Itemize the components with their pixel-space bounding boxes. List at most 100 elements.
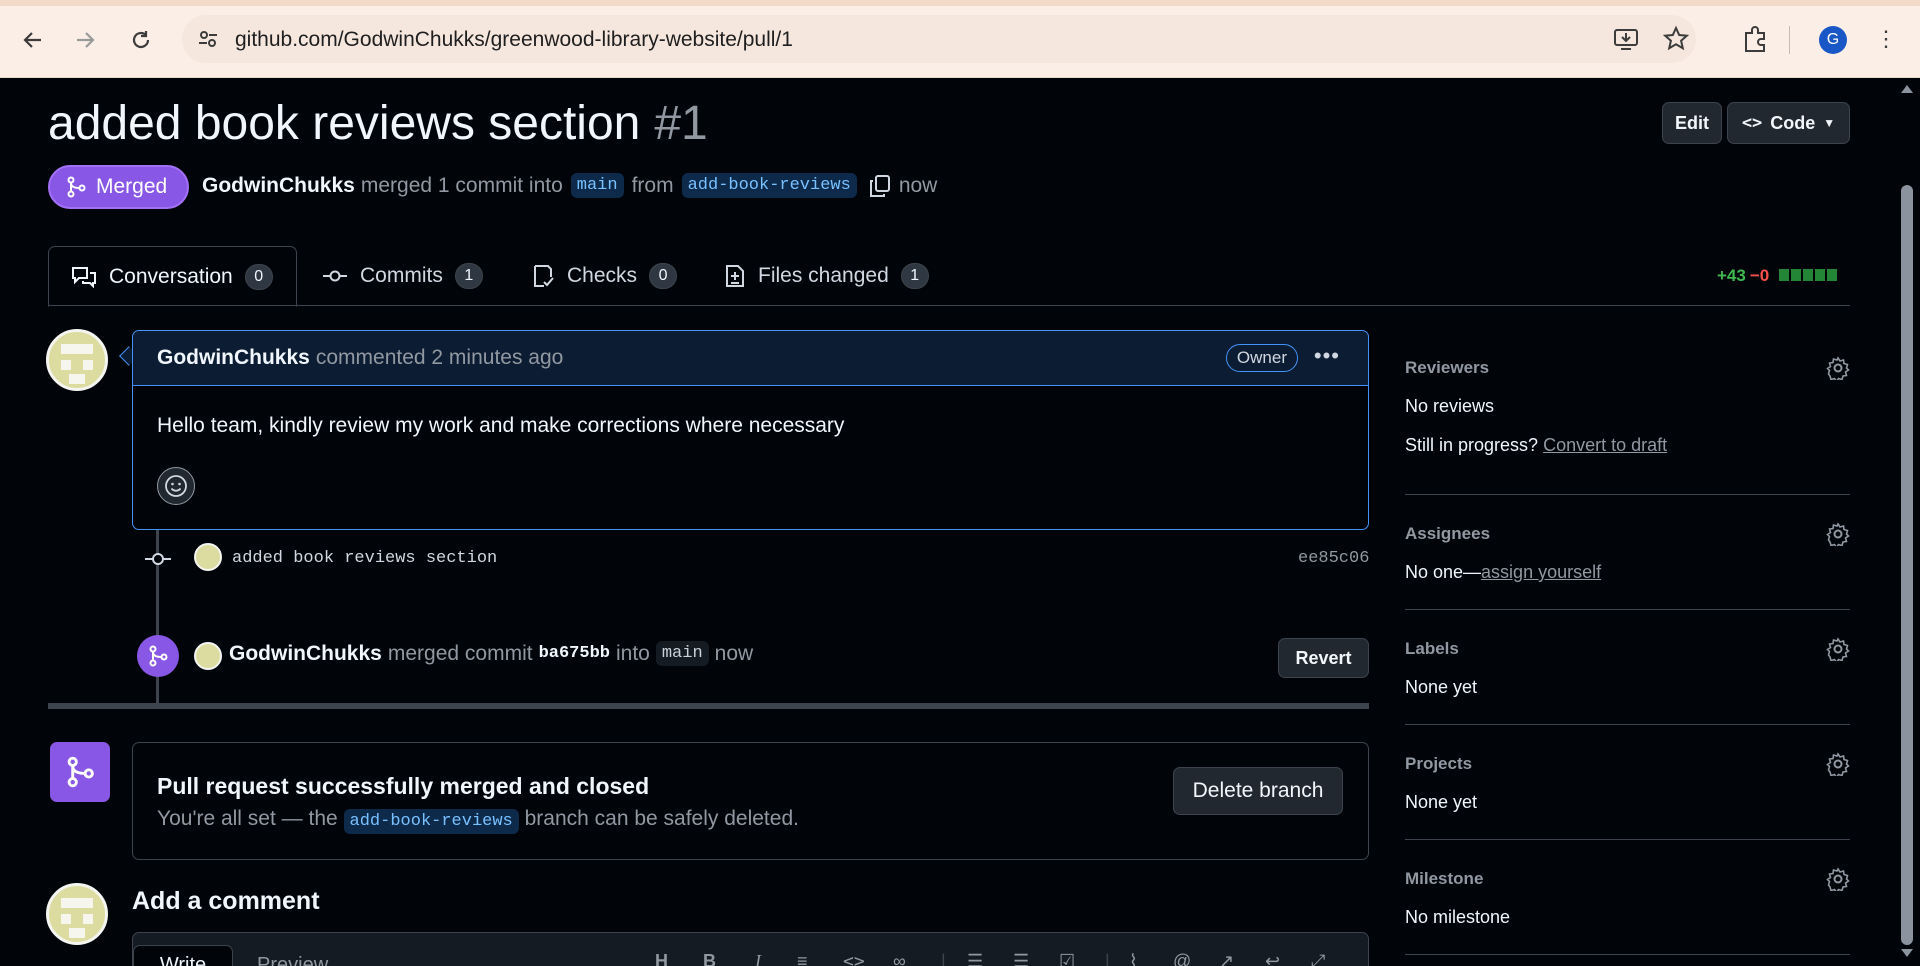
fullscreen-icon[interactable]: ⤢ xyxy=(1311,951,1325,966)
link-icon[interactable]: ∞ xyxy=(893,951,906,966)
extensions-icon[interactable] xyxy=(1740,24,1770,54)
milestone-gear-icon[interactable] xyxy=(1826,867,1850,894)
pr-tabs: Conversation 0 Commits 1 Checks 0 Files … xyxy=(48,246,1850,307)
tab-label: Conversation xyxy=(109,264,233,288)
pr-meta: GodwinChukks merged 1 commit into main f… xyxy=(202,173,937,198)
convert-to-draft-link[interactable]: Convert to draft xyxy=(1543,435,1667,455)
tab-label: Checks xyxy=(567,264,638,287)
sidebar-divider xyxy=(1405,954,1850,955)
projects-label[interactable]: Projects xyxy=(1405,754,1472,774)
tab-commits[interactable]: Commits 1 xyxy=(322,246,483,306)
comment-author-link[interactable]: GodwinChukks xyxy=(157,346,310,370)
unordered-list-icon[interactable]: ☰ xyxy=(1013,951,1029,966)
sidebar-divider xyxy=(1405,724,1850,725)
sidebar-reviewers: Reviewers No reviews Still in progress? … xyxy=(1405,350,1850,495)
cross-reference-icon[interactable]: ↗ xyxy=(1219,951,1234,966)
labels-value: None yet xyxy=(1405,677,1478,697)
scrollbar-thumb[interactable] xyxy=(1901,185,1913,945)
merge-commit-sha[interactable]: ba675bb xyxy=(539,644,610,663)
tab-conversation[interactable]: Conversation 0 xyxy=(48,246,297,307)
quote-icon[interactable]: ≡ xyxy=(797,951,808,966)
forward-icon[interactable] xyxy=(67,22,103,58)
merge-event-icon xyxy=(137,635,179,677)
bookmark-star-icon[interactable] xyxy=(1662,25,1690,53)
tab-checks[interactable]: Checks 0 xyxy=(531,246,678,306)
revert-button[interactable]: Revert xyxy=(1278,638,1369,678)
projects-value: None yet xyxy=(1405,792,1478,812)
delete-branch-button[interactable]: Delete branch xyxy=(1173,767,1343,815)
bold-icon[interactable]: B xyxy=(703,951,716,966)
assignees-label[interactable]: Assignees xyxy=(1405,524,1490,544)
merge-status-branch[interactable]: add-book-reviews xyxy=(343,809,519,834)
address-bar[interactable]: github.com/GodwinChukks/greenwood-librar… xyxy=(182,15,1696,63)
preview-tab[interactable]: Preview xyxy=(257,945,328,966)
merge-author-avatar[interactable] xyxy=(194,642,222,670)
assignees-none-text: No one— xyxy=(1405,562,1482,582)
commit-author-avatar[interactable] xyxy=(194,543,222,571)
kebab-horizontal-icon[interactable]: ••• xyxy=(1314,343,1340,369)
reviewers-value: No reviews xyxy=(1405,396,1495,416)
base-branch[interactable]: main xyxy=(570,173,624,198)
pr-author-link[interactable]: GodwinChukks xyxy=(202,174,355,198)
projects-gear-icon[interactable] xyxy=(1826,752,1850,779)
current-user-avatar[interactable] xyxy=(46,883,108,945)
labels-gear-icon[interactable] xyxy=(1826,637,1850,664)
pr-time: now xyxy=(898,173,938,197)
merge-status-text: You're all set — the add-book-reviews br… xyxy=(157,807,799,834)
site-settings-icon[interactable] xyxy=(196,27,220,51)
browser-menu-icon[interactable]: ⋮ xyxy=(1875,24,1897,54)
reply-icon[interactable]: ↩ xyxy=(1265,951,1280,966)
tab-files-changed[interactable]: Files changed 1 xyxy=(724,246,929,306)
copy-icon[interactable] xyxy=(869,174,891,198)
back-icon[interactable] xyxy=(15,22,51,58)
reviewers-label[interactable]: Reviewers xyxy=(1405,358,1489,378)
edit-button[interactable]: Edit xyxy=(1662,102,1722,144)
assign-yourself-link[interactable]: assign yourself xyxy=(1481,562,1601,582)
head-branch[interactable]: add-book-reviews xyxy=(681,173,857,198)
diffstat[interactable]: +43 −0 xyxy=(1717,266,1838,286)
labels-label[interactable]: Labels xyxy=(1405,639,1459,659)
assignees-gear-icon[interactable] xyxy=(1826,522,1850,549)
sidebar-assignees: Assignees No one—assign yourself xyxy=(1405,516,1850,611)
merge-box-icon xyxy=(50,742,110,802)
comment-action[interactable]: commented 2 minutes ago xyxy=(316,346,563,370)
profile-avatar[interactable]: G xyxy=(1819,26,1847,54)
scroll-down-arrow-icon[interactable] xyxy=(1901,949,1913,957)
toolbar-divider xyxy=(1789,26,1790,54)
reload-icon[interactable] xyxy=(123,22,159,58)
merge-author-link[interactable]: GodwinChukks xyxy=(229,642,382,666)
install-app-icon[interactable] xyxy=(1612,25,1640,53)
browser-toolbar: github.com/GodwinChukks/greenwood-librar… xyxy=(0,0,1920,78)
code-button-label: Code xyxy=(1770,112,1816,133)
mention-icon[interactable]: @ xyxy=(1173,951,1191,966)
task-list-icon[interactable]: ☑ xyxy=(1059,951,1075,966)
heading-icon[interactable]: H xyxy=(655,951,668,966)
milestone-label[interactable]: Milestone xyxy=(1405,869,1483,889)
pr-action-text: merged 1 commit into xyxy=(360,173,563,197)
page-scrollbar[interactable] xyxy=(1896,79,1920,966)
timeline-divider xyxy=(48,703,1369,709)
owner-badge: Owner xyxy=(1225,344,1298,372)
merge-status-box: Pull request successfully merged and clo… xyxy=(132,742,1369,860)
pr-title: added book reviews section #1 xyxy=(48,96,708,151)
commit-message-link[interactable]: added book reviews section xyxy=(232,549,497,568)
toolbar-divider: | xyxy=(1105,951,1110,966)
merge-target-branch[interactable]: main xyxy=(655,641,709,666)
code-inline-icon[interactable]: <> xyxy=(843,951,865,966)
toolbar-accent-strip xyxy=(0,0,1920,6)
ordered-list-icon[interactable]: ☰ xyxy=(967,951,983,966)
reviewers-gear-icon[interactable] xyxy=(1826,356,1850,383)
commit-sha-link[interactable]: ee85c06 xyxy=(1298,549,1369,568)
write-tab[interactable]: Write xyxy=(133,945,233,966)
url-text[interactable]: github.com/GodwinChukks/greenwood-librar… xyxy=(235,28,793,52)
code-button[interactable]: <> Code ▼ xyxy=(1727,102,1850,144)
add-reaction-smiley-icon[interactable] xyxy=(157,467,195,505)
italic-icon[interactable]: I xyxy=(755,951,761,966)
comment-body: Hello team, kindly review my work and ma… xyxy=(157,414,845,437)
tab-count: 1 xyxy=(900,263,929,289)
comment-author-avatar[interactable] xyxy=(46,329,108,391)
tab-count: 0 xyxy=(244,263,273,290)
attach-icon[interactable]: ⌇ xyxy=(1129,951,1138,966)
draft-prompt: Still in progress? Convert to draft xyxy=(1405,435,1667,456)
scroll-up-arrow-icon[interactable] xyxy=(1901,85,1913,93)
